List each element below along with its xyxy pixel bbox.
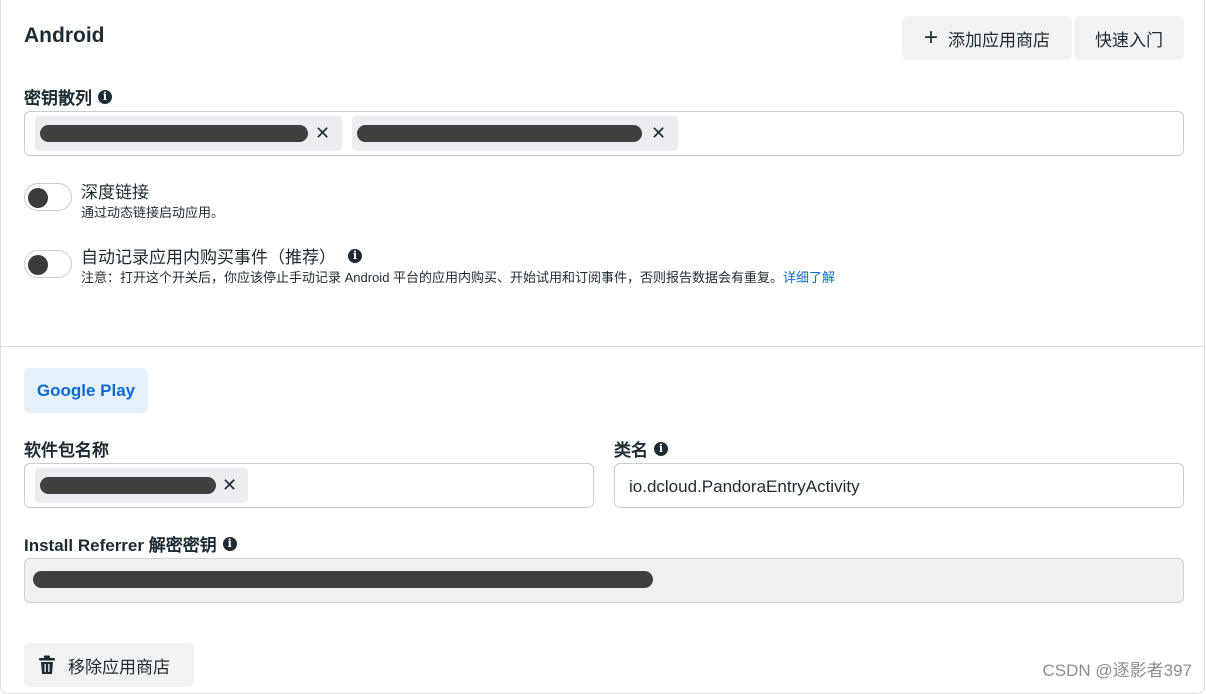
deep-link-title: 深度链接	[81, 183, 149, 202]
redacted-value	[40, 477, 216, 494]
add-store-label: 添加应用商店	[948, 30, 1050, 50]
learn-more-link[interactable]: 详细了解	[783, 270, 835, 285]
class-name-input[interactable]: io.dcloud.PandoraEntryActivity	[614, 463, 1184, 508]
package-chip: ✕	[35, 468, 248, 503]
info-icon[interactable]: i	[348, 248, 362, 263]
referrer-key-field[interactable]	[24, 558, 1184, 603]
deep-link-toggle[interactable]	[24, 183, 72, 211]
key-hash-chip: ✕	[35, 116, 342, 151]
auto-log-title: 自动记录应用内购买事件（推荐） i	[81, 243, 362, 268]
info-icon[interactable]: i	[222, 536, 237, 551]
class-name-label: 类名 i	[614, 436, 668, 461]
remove-store-label: 移除应用商店	[68, 657, 170, 677]
auto-log-toggle[interactable]	[24, 250, 72, 278]
close-icon[interactable]: ✕	[222, 475, 237, 496]
redacted-value	[357, 125, 642, 142]
auto-log-subtitle: 注意：打开这个开关后，你应该停止手动记录 Android 平台的应用内购买、开始…	[81, 270, 836, 285]
platform-title: Android	[24, 24, 105, 47]
redacted-value	[40, 125, 308, 142]
section-divider	[0, 346, 1205, 347]
toggle-knob	[28, 188, 48, 208]
watermark: CSDN @逐影者397	[1042, 661, 1192, 680]
key-hashes-label: 密钥散列 i	[24, 84, 112, 109]
add-store-button[interactable]: + 添加应用商店	[902, 16, 1072, 60]
quickstart-button[interactable]: 快速入门	[1074, 16, 1184, 60]
plus-icon: +	[923, 24, 938, 51]
package-name-label: 软件包名称	[24, 441, 109, 460]
remove-store-button[interactable]: 移除应用商店	[24, 643, 194, 687]
toggle-knob	[28, 255, 48, 275]
google-play-tab[interactable]: Google Play	[24, 368, 148, 413]
referrer-key-label: Install Referrer 解密密钥 i	[24, 531, 237, 556]
class-name-value: io.dcloud.PandoraEntryActivity	[629, 477, 860, 496]
close-icon[interactable]: ✕	[651, 123, 666, 144]
package-name-input[interactable]: ✕	[24, 463, 594, 508]
close-icon[interactable]: ✕	[315, 123, 330, 144]
trash-icon	[39, 655, 55, 674]
quickstart-label: 快速入门	[1095, 30, 1163, 50]
info-icon[interactable]: i	[654, 441, 668, 456]
info-icon[interactable]: i	[98, 89, 112, 104]
deep-link-subtitle: 通过动态链接启动应用。	[81, 205, 225, 220]
key-hash-chip: ✕	[352, 116, 678, 151]
key-hashes-input[interactable]: ✕ ✕	[24, 111, 1184, 156]
redacted-value	[33, 571, 653, 588]
